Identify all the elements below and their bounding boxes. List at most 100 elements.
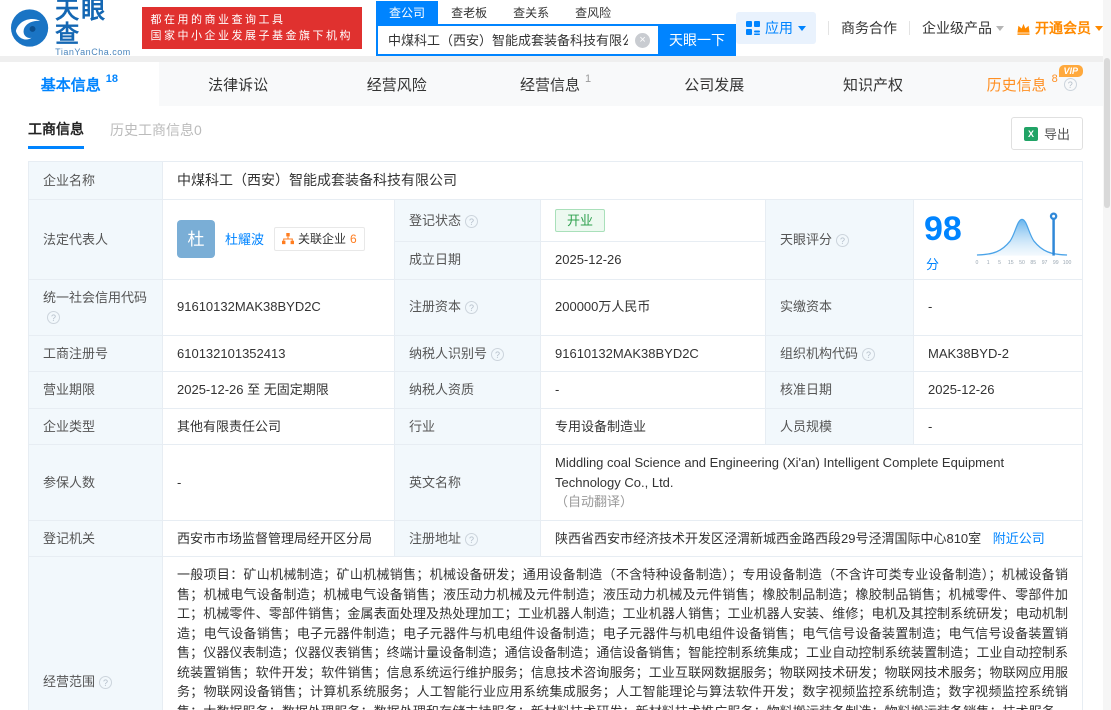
tianyan-score: 98分 [924,204,962,275]
credit-code: 91610132MAK38BYD2C [163,279,395,335]
menu-open-vip[interactable]: 开通会员 [1016,18,1103,38]
reg-status-label-text: 登记状态 [409,213,461,228]
search-input[interactable] [376,24,658,56]
business-term-label: 营业期限 [29,372,163,409]
grid-icon [746,21,760,35]
tab-operating-risk[interactable]: 经营风险 [317,62,476,106]
avatar[interactable]: 杜 [177,220,215,258]
tab-history-info-label: 历史信息 [987,74,1047,95]
tab-intellectual-property[interactable]: 知识产权 [794,62,953,106]
svg-text:85: 85 [1030,260,1036,266]
search-button[interactable]: 天眼一下 [658,24,736,56]
english-name-note: （自动翻译） [555,494,633,509]
taxpayer-quality: - [541,372,766,409]
search-tab-risk[interactable]: 查风险 [562,1,624,24]
help-icon[interactable] [836,234,849,247]
logo-text: 天眼查 TianYanCha.com [55,0,131,57]
related-companies-count: 6 [350,230,357,248]
table-row: 法定代表人 杜 杜耀波 关联企业 6 登记状态 [29,200,1083,242]
svg-text:100: 100 [1063,260,1072,266]
legal-rep-cell: 杜 杜耀波 关联企业 6 [163,200,395,280]
insured-label: 参保人数 [29,445,163,521]
svg-text:1: 1 [987,260,990,266]
legal-rep-link[interactable]: 杜耀波 [225,230,264,250]
help-icon[interactable] [47,311,60,324]
company-type: 其他有限责任公司 [163,408,395,445]
related-companies-badge[interactable]: 关联企业 6 [274,227,365,251]
scrollbar-thumb[interactable] [1104,58,1110,208]
header-nav: 应用 商务合作 企业级产品 开通会员 超级... [736,12,1111,44]
chevron-down-icon [996,26,1004,31]
search-tab-relation[interactable]: 查关系 [500,1,562,24]
related-companies-label: 关联企业 [298,230,346,248]
reg-authority-label: 登记机关 [29,520,163,557]
org-code-label-text: 组织机构代码 [780,346,858,361]
address: 陕西省西安市经济技术开发区泾渭新城西金路西段29号泾渭国际中心810室 [555,531,981,546]
taxpayer-quality-label: 纳税人资质 [395,372,541,409]
score-axis-ticks: 0 1 5 15 50 85 97 99 100 [976,260,1072,266]
table-row: 企业名称 中煤科工（西安）智能成套装备科技有限公司 [29,162,1083,200]
english-name-label: 英文名称 [395,445,541,521]
tianyancha-logo-icon [10,8,49,48]
clear-search-icon[interactable] [635,33,650,48]
promo-banner-line2: 国家中小企业发展子基金旗下机构 [151,28,354,44]
tab-legal-proceedings[interactable]: 法律诉讼 [159,62,318,106]
business-scope-label: 经营范围 [29,557,163,710]
help-icon[interactable] [465,301,478,314]
menu-open-vip-label: 开通会员 [1035,18,1091,38]
reg-capital: 200000万人民币 [541,279,766,335]
tab-count: 18 [106,73,118,85]
english-name-cell: Middling coal Science and Engineering (X… [541,445,1083,521]
reg-capital-label-text: 注册资本 [409,299,461,314]
help-icon[interactable] [862,348,875,361]
table-row: 登记机关 西安市市场监督管理局经开区分局 注册地址 陕西省西安市经济技术开发区泾… [29,520,1083,557]
help-icon[interactable] [465,215,478,228]
approval-date-label: 核准日期 [766,372,914,409]
score-distribution-chart: 0 1 5 15 50 85 97 99 100 [972,210,1072,268]
tab-basic-info-label: 基本信息 [41,74,101,95]
search-tab-company[interactable]: 查公司 [376,1,438,24]
nearby-companies-link[interactable]: 附近公司 [993,531,1045,546]
tab-company-development[interactable]: 公司发展 [635,62,794,106]
logo-domain: TianYanCha.com [55,47,131,57]
export-button[interactable]: 导出 [1011,117,1083,150]
crown-icon [1016,22,1031,35]
subtab-history-business-info[interactable]: 历史工商信息0 [110,120,202,147]
search-area: 查公司 查老板 查关系 查风险 天眼一下 [376,1,736,56]
scrollbar[interactable] [1103,0,1111,710]
tab-operating-info[interactable]: 经营信息 1 [476,62,635,106]
svg-text:0: 0 [976,260,979,266]
vip-badge: VIP [1059,65,1084,77]
divider [828,21,829,35]
menu-cooperation[interactable]: 商务合作 [841,18,897,38]
table-row: 工商注册号 610132101352413 纳税人识别号 91610132MAK… [29,335,1083,372]
tab-operating-risk-label: 经营风险 [367,74,427,95]
svg-text:50: 50 [1019,260,1025,266]
staff-size: - [914,408,1083,445]
search-tab-boss[interactable]: 查老板 [438,1,500,24]
logo-title: 天眼查 [55,0,131,47]
reg-capital-label: 注册资本 [395,279,541,335]
score-value: 98 [924,210,962,248]
establish-date: 2025-12-26 [541,241,766,279]
reg-number: 610132101352413 [163,335,395,372]
menu-enterprise-products[interactable]: 企业级产品 [922,18,1004,38]
help-icon[interactable] [491,348,504,361]
menu-enterprise-products-label: 企业级产品 [922,18,992,38]
help-icon[interactable] [1064,78,1077,91]
credit-code-label: 统一社会信用代码 [29,279,163,335]
tab-count: 1 [585,73,591,85]
apps-menu-button[interactable]: 应用 [736,12,816,44]
subtab-business-info[interactable]: 工商信息 [28,119,84,149]
org-code: MAK38BYD-2 [914,335,1083,372]
org-code-label: 组织机构代码 [766,335,914,372]
help-icon[interactable] [99,676,112,689]
svg-text:99: 99 [1053,260,1059,266]
tab-basic-info[interactable]: 基本信息 18 [0,62,159,106]
status-badge: 开业 [555,209,605,233]
tianyancha-logo[interactable]: 天眼查 TianYanCha.com [10,0,132,57]
reg-authority: 西安市市场监督管理局经开区分局 [163,520,395,557]
tab-history-info[interactable]: VIP 历史信息 8 [952,62,1111,106]
business-scope: 一般项目：矿山机械制造；矿山机械销售；机械设备研发；通用设备制造（不含特种设备制… [163,557,1083,710]
help-icon[interactable] [465,533,478,546]
